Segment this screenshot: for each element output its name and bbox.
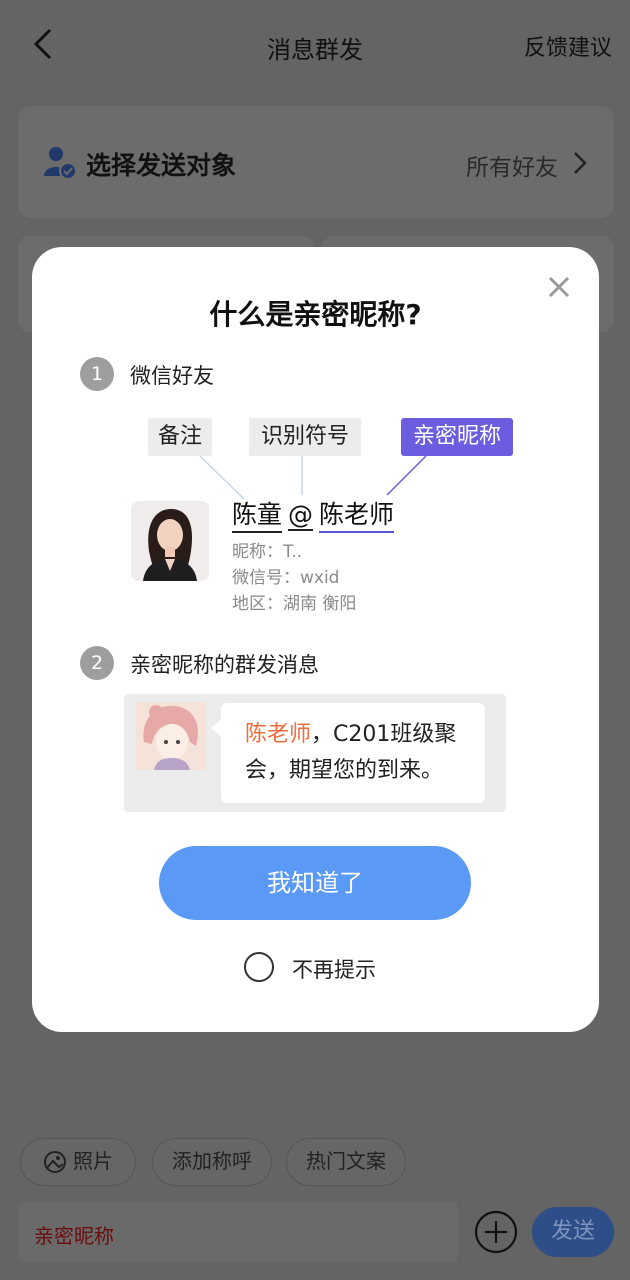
dont-remind-label: 不再提示 — [292, 958, 376, 982]
step-label-1: 微信好友 — [130, 364, 214, 388]
got-it-button[interactable]: 我知道了 — [159, 846, 471, 920]
chat-preview: 陈老师，C201班级聚会，期望您的到来。 — [124, 694, 506, 812]
wechat-id-info: 微信号：wxid — [232, 568, 340, 588]
feedback-link[interactable]: 反馈建议 — [524, 30, 612, 62]
woman-avatar-icon — [131, 501, 209, 581]
send-button[interactable]: 发送 — [532, 1207, 614, 1257]
step-number-1: 1 — [80, 357, 114, 391]
step-label-2: 亲密昵称的群发消息 — [130, 653, 319, 677]
select-recipient-label: 选择发送对象 — [86, 151, 237, 180]
remark-name: 陈童 — [232, 495, 283, 533]
message-input[interactable]: 亲密昵称 — [18, 1202, 458, 1262]
symbol-tag: 识别符号 — [249, 418, 361, 456]
region-info: 地区：湖南 衡阳 — [232, 594, 357, 614]
nickname-info: 昵称：T.. — [232, 542, 303, 562]
plus-icon[interactable] — [474, 1210, 518, 1254]
chevron-right-icon — [574, 152, 587, 174]
top-bar: 消息群发 反馈建议 — [0, 0, 630, 90]
popular-copy-chip[interactable]: 热门文案 — [286, 1138, 406, 1186]
photo-chip-label: 照片 — [73, 1149, 113, 1173]
sender-avatar — [136, 702, 206, 770]
dialog-title: 什么是亲密昵称? — [209, 298, 422, 331]
cartoon-girl-avatar-icon — [136, 702, 206, 770]
intimate-nickname-dialog: 什么是亲密昵称? 1 微信好友 备注 识别符号 亲密昵称 陈童 @ 陈老师 昵称：T… — [32, 247, 599, 1032]
message-input-text: 亲密昵称 — [34, 1224, 114, 1248]
photo-chip[interactable]: 照片 — [20, 1138, 136, 1186]
friend-avatar — [131, 501, 209, 581]
intimate-nickname: 陈老师 — [319, 495, 395, 533]
friend-name-line: 陈童 @ 陈老师 — [232, 495, 395, 533]
separator-symbol: @ — [288, 500, 314, 531]
add-title-chip[interactable]: 添加称呼 — [152, 1138, 272, 1186]
remark-tag: 备注 — [148, 418, 212, 456]
select-recipient-card[interactable]: 选择发送对象 所有好友 — [18, 106, 614, 218]
image-icon — [44, 1151, 66, 1173]
message-bubble: 陈老师，C201班级聚会，期望您的到来。 — [211, 703, 485, 803]
dont-remind-radio[interactable] — [244, 952, 274, 982]
mention-name: 陈老师 — [245, 722, 312, 747]
recipient-value: 所有好友 — [466, 155, 558, 181]
user-check-icon — [44, 147, 77, 180]
intimate-nickname-tag: 亲密昵称 — [401, 418, 513, 456]
step-number-2: 2 — [80, 646, 114, 680]
